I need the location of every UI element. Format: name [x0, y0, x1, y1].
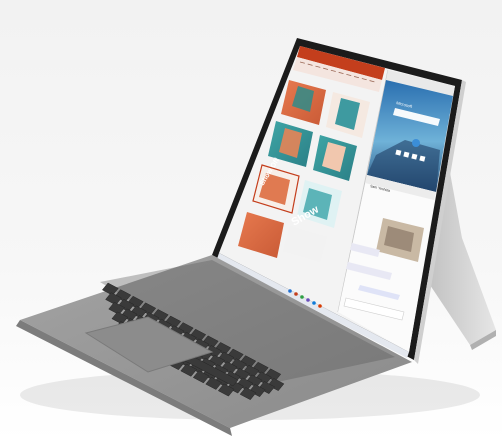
edge-logo-icon	[412, 139, 420, 147]
device-illustration: Show Off Show Microsoft Sam Yoshida	[16, 38, 496, 436]
photo-scene: Show Off Show Microsoft Sam Yoshida	[0, 0, 502, 441]
